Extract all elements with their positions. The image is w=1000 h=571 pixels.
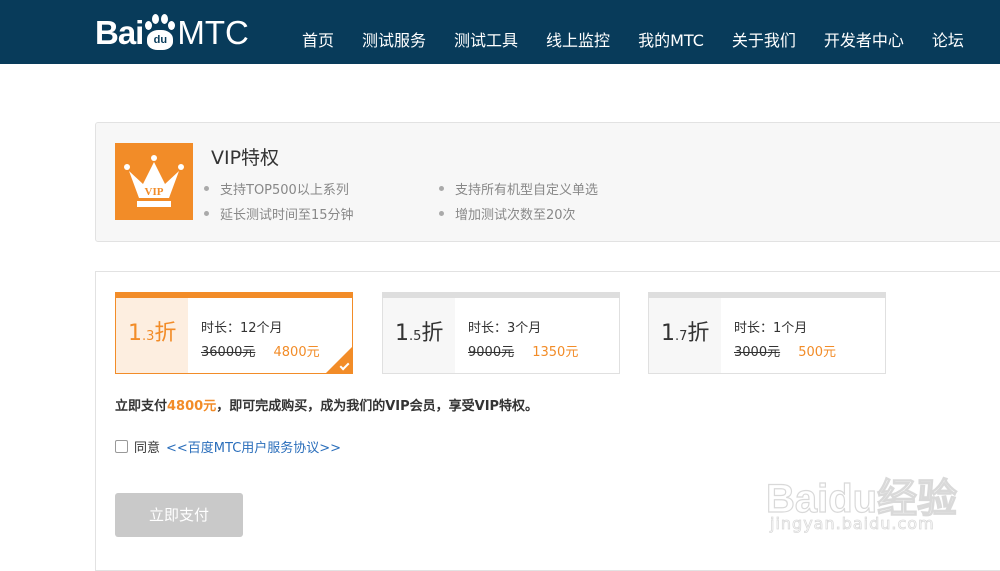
logo-text-mtc: MTC xyxy=(177,14,249,51)
baidu-jingyan-watermark: Baidu经验 jingyan.baidu.com xyxy=(765,446,976,546)
vip-feature-1: 支持TOP500以上系列 xyxy=(204,179,349,198)
plan-original-price: 3000元 xyxy=(734,345,781,360)
watermark-url: jingyan.baidu.com xyxy=(770,514,935,534)
pay-now-button[interactable]: 立即支付 xyxy=(115,493,243,537)
plan-sale-price: 500元 xyxy=(798,345,837,360)
payment-note-prefix: 立即支付 xyxy=(115,399,168,414)
nav-item-about-us[interactable]: 关于我们 xyxy=(718,0,810,64)
plan-prices: 36000元 4800元 xyxy=(201,341,320,360)
agree-label: 同意 xyxy=(134,441,161,456)
plan-sale-price: 4800元 xyxy=(273,345,320,360)
vip-privilege-panel: VIP VIP特权 支持TOP500以上系列 延长测试时间至15分钟 支持所有机… xyxy=(95,122,1000,242)
agreement-link[interactable]: <<百度MTC用户服务协议>> xyxy=(166,437,341,456)
logo-text-bai: Bai xyxy=(95,14,144,51)
baidu-mtc-logo[interactable]: Bai du MTC xyxy=(95,12,249,54)
agree-checkbox[interactable] xyxy=(115,440,128,453)
vip-feature-3: 支持所有机型自定义单选 xyxy=(439,179,598,198)
nav-item-test-tools[interactable]: 测试工具 xyxy=(440,0,532,64)
plan-sale-price: 1350元 xyxy=(532,345,579,360)
plan-original-price: 9000元 xyxy=(468,345,515,360)
plan-discount: 1.7折 xyxy=(661,321,710,346)
payment-note: 立即支付4800元，即可完成购买，成为我们的VIP会员，享受VIP特权。 xyxy=(115,395,538,414)
plan-prices: 9000元 1350元 xyxy=(468,341,578,360)
nav-item-my-mtc[interactable]: 我的MTC xyxy=(624,0,718,64)
nav-item-online-monitoring[interactable]: 线上监控 xyxy=(532,0,624,64)
nav-item-test-services[interactable]: 测试服务 xyxy=(348,0,440,64)
plan-option-12-months[interactable]: 1.3折 时长：12个月 36000元 4800元 xyxy=(115,292,353,374)
nav-item-developer-center[interactable]: 开发者中心 xyxy=(810,0,918,64)
plan-discount: 1.3折 xyxy=(128,321,177,346)
plan-original-price: 36000元 xyxy=(201,345,256,360)
vip-feature-2: 延长测试时间至15分钟 xyxy=(204,204,354,223)
plan-duration: 时长：1个月 xyxy=(734,321,808,336)
vip-badge-label: VIP xyxy=(145,186,164,198)
vip-feature-4: 增加测试次数至20次 xyxy=(439,204,576,223)
top-header: Bai du MTC 首页 测试服务 测试工具 线上监控 我的MTC 关于我们 … xyxy=(0,0,1000,64)
plan-option-3-months[interactable]: 1.5折 时长：3个月 9000元 1350元 xyxy=(382,292,620,374)
vip-crown-icon: VIP xyxy=(115,143,193,220)
plan-discount: 1.5折 xyxy=(395,321,444,346)
selected-corner xyxy=(326,347,352,373)
payment-note-suffix: ，即可完成购买，成为我们的VIP会员，享受VIP特权。 xyxy=(216,399,539,414)
main-nav: 首页 测试服务 测试工具 线上监控 我的MTC 关于我们 开发者中心 论坛 xyxy=(288,0,978,64)
nav-item-home[interactable]: 首页 xyxy=(288,0,348,64)
plan-duration: 时长：12个月 xyxy=(201,321,283,336)
paw-icon: du xyxy=(144,13,176,53)
plan-option-1-month[interactable]: 1.7折 时长：1个月 3000元 500元 xyxy=(648,292,886,374)
plan-duration: 时长：3个月 xyxy=(468,321,542,336)
nav-item-forum[interactable]: 论坛 xyxy=(918,0,978,64)
payment-note-amount: 4800元 xyxy=(167,399,217,414)
agreement-row: 同意 <<百度MTC用户服务协议>> xyxy=(115,437,341,456)
plan-prices: 3000元 500元 xyxy=(734,341,836,360)
logo-text-du: du xyxy=(147,30,174,50)
vip-title: VIP特权 xyxy=(211,147,280,169)
